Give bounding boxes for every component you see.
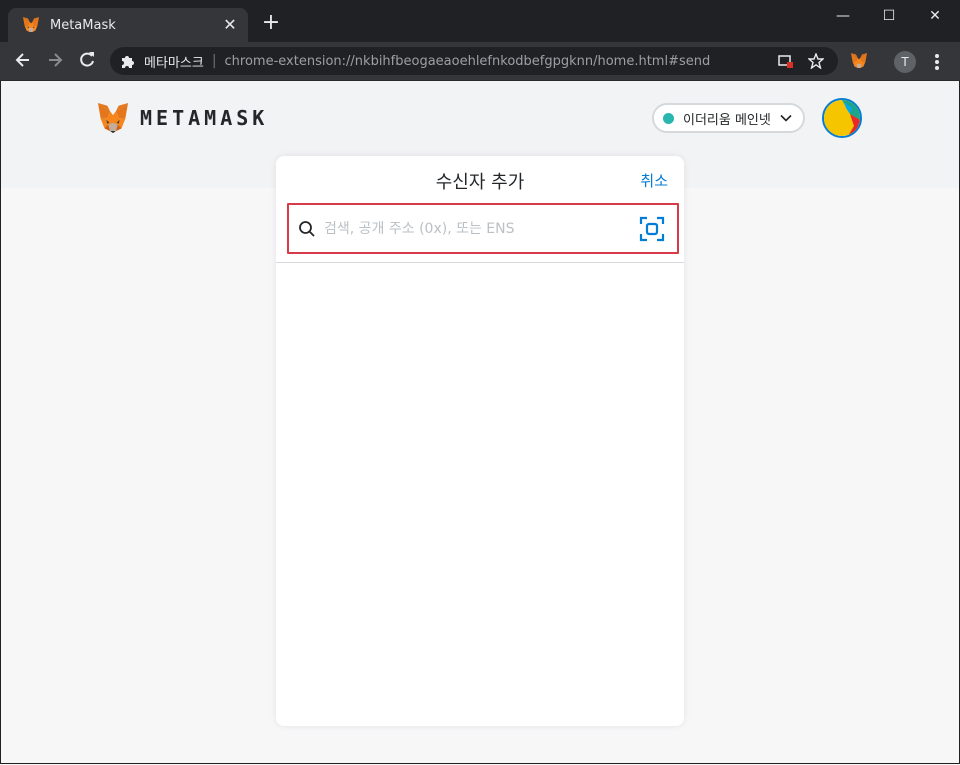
extension-name: 메타마스크 bbox=[144, 55, 204, 71]
url-text[interactable]: chrome-extension://nkbihfbeogaeaoehlefnk… bbox=[225, 54, 778, 69]
browser-titlebar: MetaMask ✕ + — ☐ ✕ bbox=[0, 0, 960, 42]
account-avatar[interactable] bbox=[822, 98, 862, 138]
metamask-logo[interactable]: METAMASK bbox=[96, 102, 268, 134]
forward-button[interactable] bbox=[44, 50, 66, 72]
extension-puzzle-icon bbox=[122, 56, 134, 68]
browser-toolbar: 메타마스크 | chrome-extension://nkbihfbeogaea… bbox=[0, 42, 960, 81]
recipient-search-box[interactable] bbox=[287, 203, 679, 254]
reload-icon bbox=[80, 52, 94, 67]
page-title: 수신자 추가 bbox=[435, 172, 525, 193]
network-selector[interactable]: 이더리움 메인넷 bbox=[652, 103, 805, 133]
blocked-popup-icon[interactable] bbox=[778, 53, 794, 69]
metamask-fox-icon bbox=[97, 102, 129, 134]
logo-wordmark: METAMASK bbox=[140, 106, 269, 130]
new-tab-button[interactable]: + bbox=[260, 12, 282, 34]
window-close-button[interactable]: ✕ bbox=[912, 6, 958, 26]
add-recipient-panel: 수신자 추가 취소 bbox=[276, 156, 684, 726]
window-maximize-button[interactable]: ☐ bbox=[866, 6, 912, 26]
qr-scan-icon[interactable] bbox=[639, 216, 665, 242]
cancel-button[interactable]: 취소 bbox=[640, 170, 668, 191]
back-arrow-icon bbox=[15, 53, 29, 67]
identicon bbox=[824, 100, 860, 136]
metamask-fox-icon bbox=[23, 17, 39, 32]
browser-tab[interactable]: MetaMask ✕ bbox=[8, 8, 248, 42]
tab-title: MetaMask bbox=[50, 17, 116, 33]
chevron-down-icon bbox=[780, 114, 792, 122]
forward-arrow-icon bbox=[49, 53, 63, 67]
star-icon[interactable] bbox=[808, 53, 824, 69]
panel-divider bbox=[276, 262, 684, 263]
search-icon bbox=[299, 220, 315, 237]
network-label: 이더리움 메인넷 bbox=[683, 112, 771, 128]
metamask-extension-icon[interactable] bbox=[850, 52, 868, 70]
network-status-dot bbox=[663, 112, 674, 124]
window-minimize-button[interactable]: — bbox=[820, 6, 866, 26]
back-button[interactable] bbox=[12, 50, 34, 72]
menu-dots-icon[interactable] bbox=[928, 51, 946, 73]
omnibox-separator: | bbox=[211, 53, 217, 69]
recipient-search-input[interactable] bbox=[322, 219, 639, 238]
tab-close-icon[interactable]: ✕ bbox=[222, 17, 238, 33]
address-bar[interactable]: 메타마스크 | chrome-extension://nkbihfbeogaea… bbox=[110, 47, 838, 75]
profile-avatar[interactable]: T bbox=[894, 51, 916, 73]
reload-button[interactable] bbox=[76, 50, 98, 72]
